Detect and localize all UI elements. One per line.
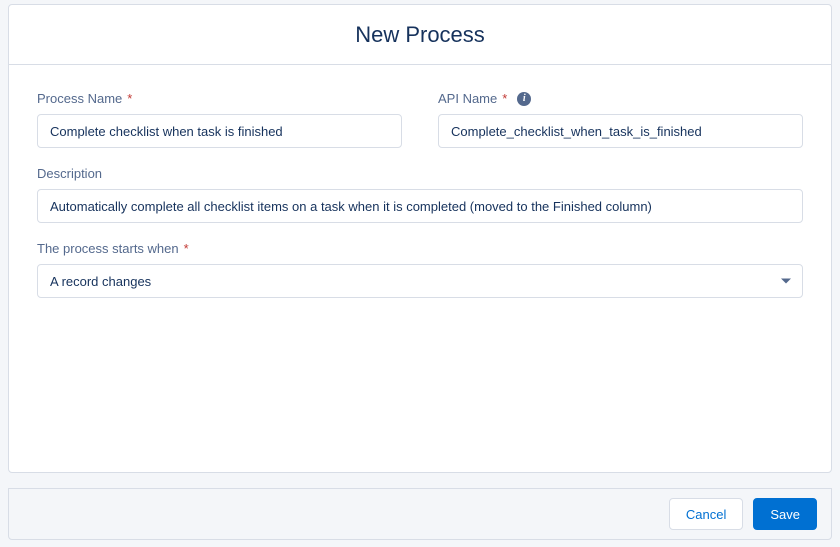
chevron-down-icon	[781, 279, 791, 284]
description-input[interactable]	[37, 189, 803, 223]
required-asterisk: *	[184, 241, 189, 256]
starts-when-select-wrap: A record changes	[37, 264, 803, 298]
modal-header: New Process	[9, 5, 831, 65]
label-row-api-name: API Name * i	[438, 91, 803, 106]
label-row-description: Description	[37, 166, 803, 181]
starts-when-label: The process starts when	[37, 241, 179, 256]
new-process-modal: New Process Process Name * API Name * i	[8, 4, 832, 473]
process-name-label: Process Name	[37, 91, 122, 106]
modal-title: New Process	[355, 22, 485, 48]
description-label: Description	[37, 166, 102, 181]
field-starts-when: The process starts when * A record chang…	[37, 241, 803, 298]
info-icon[interactable]: i	[517, 92, 531, 106]
starts-when-select[interactable]: A record changes	[37, 264, 803, 298]
label-row-starts-when: The process starts when *	[37, 241, 803, 256]
field-api-name: API Name * i	[438, 91, 803, 148]
save-button[interactable]: Save	[753, 498, 817, 530]
modal-footer: Cancel Save	[8, 488, 832, 540]
field-process-name: Process Name *	[37, 91, 402, 148]
process-name-input[interactable]	[37, 114, 402, 148]
required-asterisk: *	[502, 91, 507, 106]
label-row-process-name: Process Name *	[37, 91, 402, 106]
starts-when-value: A record changes	[50, 274, 151, 289]
row-name-api: Process Name * API Name * i	[37, 91, 803, 148]
field-description: Description	[37, 166, 803, 223]
modal-body: Process Name * API Name * i Description	[9, 65, 831, 298]
api-name-input[interactable]	[438, 114, 803, 148]
api-name-label: API Name	[438, 91, 497, 106]
required-asterisk: *	[127, 91, 132, 106]
cancel-button[interactable]: Cancel	[669, 498, 743, 530]
